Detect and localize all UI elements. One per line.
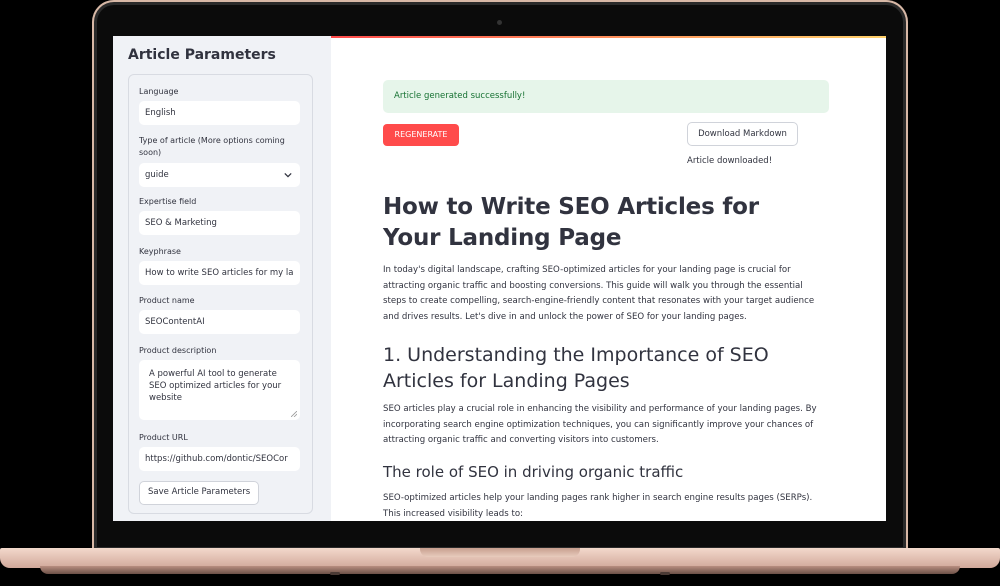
product-url-input[interactable]: https://github.com/dontic/SEOCor [139, 447, 300, 471]
keyphrase-input[interactable]: How to write SEO articles for my la [139, 261, 300, 285]
language-label: Language [139, 87, 179, 96]
article-parameters-form: Language English Type of article (More o… [128, 74, 313, 514]
product-url-label: Product URL [139, 433, 188, 442]
sidebar: Article Parameters Language English Type… [113, 36, 331, 521]
product-description-value: A powerful AI tool to generate SEO optim… [149, 369, 282, 403]
sidebar-title: Article Parameters [128, 47, 276, 63]
article-type-value: guide [145, 170, 169, 180]
laptop-foot-right [660, 572, 670, 575]
success-alert: Article generated successfully! [383, 80, 829, 113]
laptop-notch [420, 548, 580, 557]
article-title: How to Write SEO Articles for Your Landi… [383, 194, 759, 251]
regenerate-button[interactable]: REGENERATE [383, 124, 459, 146]
app-screen: Article Parameters Language English Type… [113, 36, 886, 521]
subsection-paragraph: SEO-optimized articles help your landing… [383, 493, 813, 519]
article-intro-paragraph: In today's digital landscape, crafting S… [383, 265, 815, 322]
language-input[interactable]: English [139, 101, 300, 125]
chevron-down-icon [284, 172, 292, 178]
laptop-base-shadow [40, 566, 960, 574]
save-parameters-button[interactable]: Save Article Parameters [139, 481, 260, 505]
download-markdown-button[interactable]: Download Markdown [687, 122, 798, 146]
download-status-text: Article downloaded! [687, 156, 773, 166]
product-name-input[interactable]: SEOContentAI [139, 310, 300, 334]
camera-dot [497, 20, 502, 25]
expertise-input[interactable]: SEO & Marketing [139, 211, 300, 235]
subsection-heading: The role of SEO in driving organic traff… [383, 463, 684, 481]
article-type-label: Type of article (More options coming soo… [139, 136, 285, 157]
article-type-select[interactable]: guide [139, 163, 300, 187]
top-decoration-bar [331, 36, 886, 38]
product-description-label: Product description [139, 346, 217, 355]
product-name-label: Product name [139, 296, 195, 305]
resize-handle-icon[interactable] [291, 411, 297, 417]
product-description-textarea[interactable]: A powerful AI tool to generate SEO optim… [139, 360, 300, 420]
section-heading-1: 1. Understanding the Importance of SEO A… [383, 344, 769, 392]
section-paragraph-1: SEO articles play a crucial role in enha… [383, 404, 817, 445]
expertise-label: Expertise field [139, 197, 197, 206]
laptop-foot-left [330, 572, 340, 575]
main-content: Article generated successfully! REGENERA… [331, 36, 886, 521]
keyphrase-label: Keyphrase [139, 247, 181, 256]
